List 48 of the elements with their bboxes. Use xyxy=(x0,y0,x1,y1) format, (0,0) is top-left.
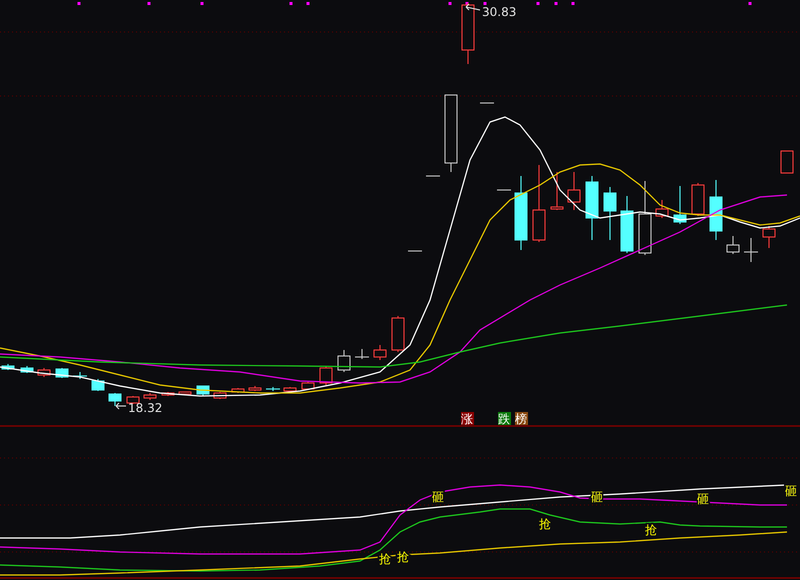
candlestick xyxy=(354,348,370,360)
candlestick xyxy=(568,172,580,210)
candlestick xyxy=(392,316,404,352)
candlestick xyxy=(302,382,314,390)
candlestick xyxy=(214,392,226,400)
candlestick xyxy=(92,378,104,392)
candlestick xyxy=(126,396,140,404)
candlestick xyxy=(762,226,776,248)
candlestick xyxy=(620,196,634,254)
sell-signal-label: 砸 xyxy=(432,490,444,504)
candlestick xyxy=(480,102,494,104)
candlestick xyxy=(248,386,262,392)
candlestick xyxy=(726,236,740,254)
buy-signal-label: 抢 xyxy=(645,523,657,537)
candlestick xyxy=(266,386,280,392)
price-label: 18.32 xyxy=(128,401,162,415)
candlestick xyxy=(780,150,794,174)
legend-tag: 榜 xyxy=(515,412,528,426)
candlestick xyxy=(374,344,386,360)
price-label: 30.83 xyxy=(482,5,516,19)
sell-signal-label: 砸 xyxy=(785,484,797,498)
pointer-arrow-icon xyxy=(116,402,126,410)
candlestick xyxy=(744,238,758,262)
candlestick xyxy=(108,392,122,406)
candlestick xyxy=(586,176,598,240)
buy-signal-label: 抢 xyxy=(539,517,551,531)
candlestick xyxy=(2,364,14,370)
candlestick xyxy=(710,180,722,240)
candlestick xyxy=(604,186,616,240)
candlestick xyxy=(178,392,192,394)
candlestick xyxy=(550,172,564,210)
candlestick xyxy=(162,392,174,396)
candlestick xyxy=(144,392,156,400)
candlestick xyxy=(338,350,350,372)
candlestick xyxy=(692,182,704,216)
candlestick xyxy=(20,366,34,374)
candlestick xyxy=(408,250,422,252)
legend-tag: 涨 xyxy=(461,412,474,426)
candlestick xyxy=(284,386,296,392)
candlestick xyxy=(72,372,88,380)
candlestick xyxy=(656,200,668,218)
candlestick xyxy=(38,368,50,378)
pointer-arrow-icon xyxy=(466,4,480,10)
candlestick xyxy=(232,388,244,394)
candlestick xyxy=(674,186,686,224)
candlestick xyxy=(320,366,332,386)
legend-tag: 跌 xyxy=(498,412,511,426)
candlestick xyxy=(462,2,474,64)
